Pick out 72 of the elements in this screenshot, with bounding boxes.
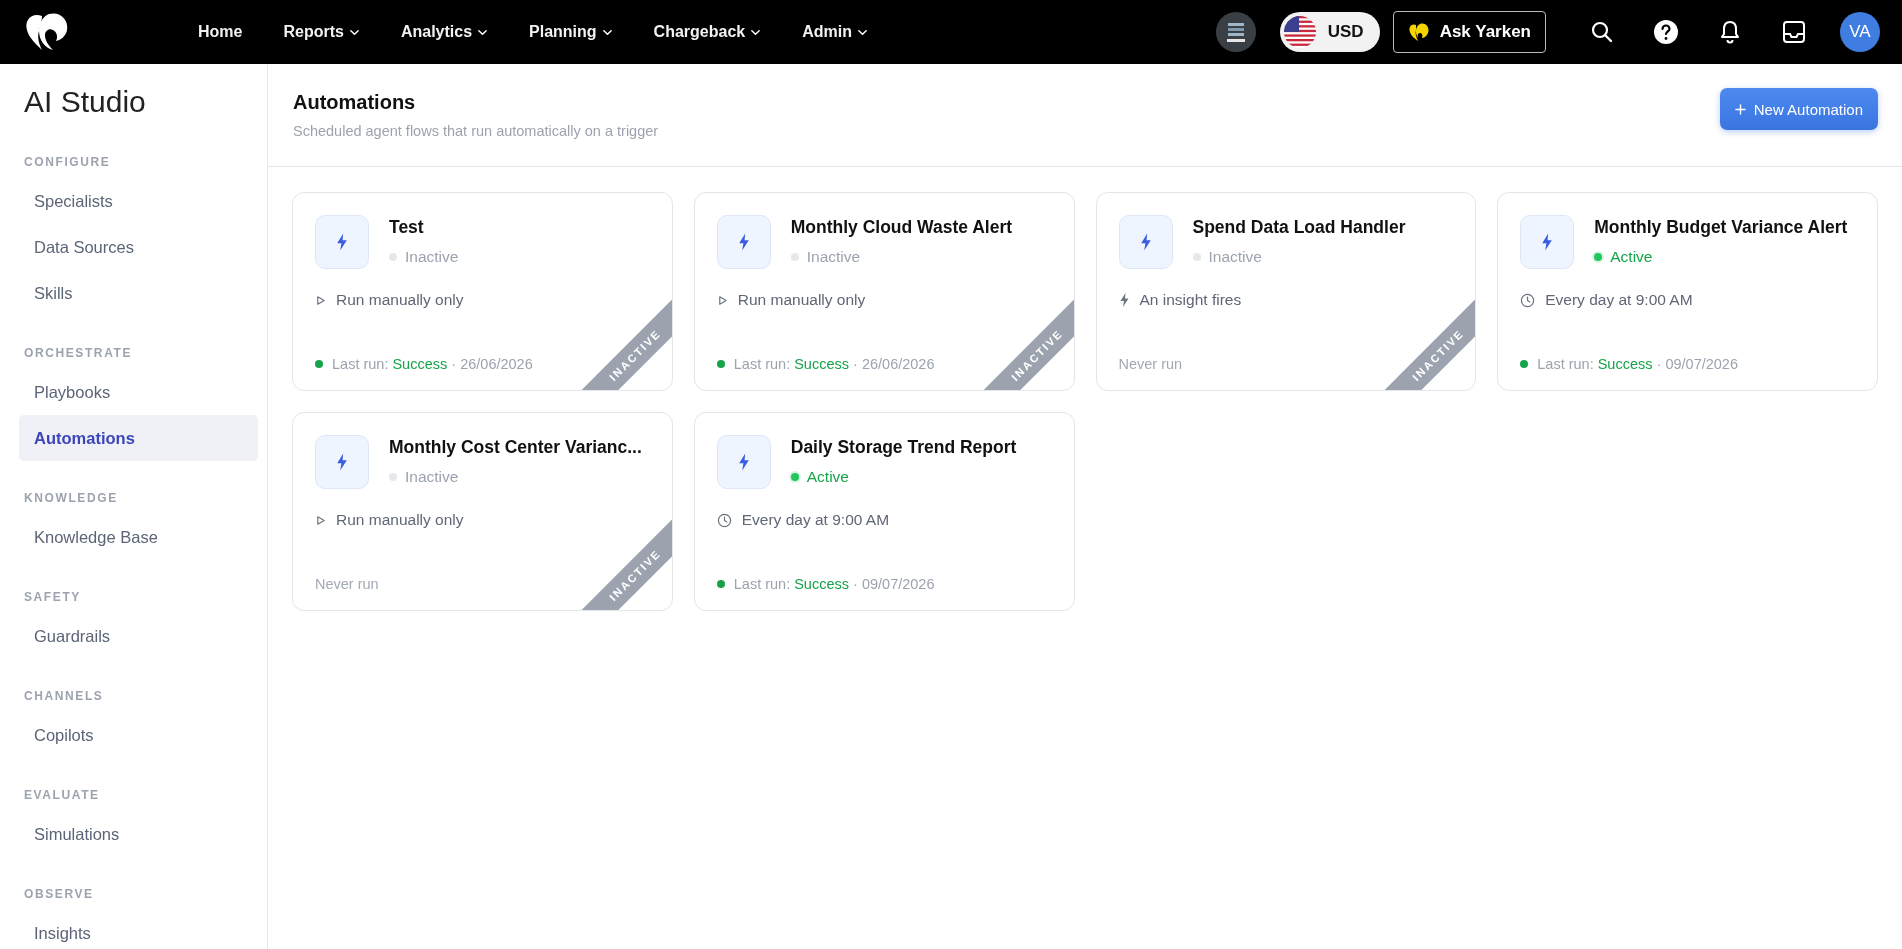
section-heading: CHANNELS [24,688,105,704]
sidebar-item[interactable]: Insights [19,910,258,949]
sidebar-item[interactable]: Automations [19,415,258,461]
lightning-icon [1118,215,1173,269]
play-icon [716,294,728,306]
trigger-text: Every day at 9:00 AM [741,511,890,529]
section-heading: CONFIGURE [24,154,112,170]
clock-icon [716,512,732,528]
sidebar-item[interactable]: Data Sources [19,224,258,270]
status-label: Active [1610,248,1653,266]
nav-menu-item[interactable]: Analytics [385,15,504,49]
nav-menu-item[interactable]: Home [183,15,258,49]
sidebar-item[interactable]: Simulations [19,811,258,857]
lightning-icon [716,215,771,269]
status-label: Inactive [806,248,861,266]
user-avatar[interactable]: VA [1840,12,1880,52]
section-heading: EVALUATE [24,787,101,803]
play-icon [315,294,326,306]
nav-menu-item[interactable]: Chargeback [638,15,777,49]
status-label: Inactive [405,468,459,486]
lightning-icon [1118,293,1130,307]
trigger-text: Run manually only [336,511,464,529]
last-run-text: Never run [1118,356,1183,372]
automation-card[interactable]: Monthly Budget Variance Alert Active Every day at 9:00 AM Last run: Success · 09/07/2026 [1497,192,1878,391]
nav-menu-item[interactable]: Planning [514,15,628,49]
section-heading: OBSERVE [24,886,95,902]
clock-icon [1520,292,1536,308]
automation-name: Spend Data Load Handler [1192,217,1406,238]
last-run-text: Last run: Success · 26/06/2026 [733,356,935,372]
automation-name: Daily Storage Trend Report [790,437,1017,458]
page-subtitle: Scheduled agent flows that run automatically on a trigger [293,123,659,139]
play-icon [315,514,326,526]
last-run-text: Last run: Success · 09/07/2026 [1537,356,1738,372]
last-run-text: Last run: Success · 09/07/2026 [733,576,935,592]
lightning-icon [1520,215,1575,269]
lightning-icon [315,215,369,269]
status-label: Inactive [405,248,459,266]
lightning-icon [315,435,369,489]
last-run-text: Never run [315,576,379,592]
currency-button[interactable]: USD [1279,12,1380,52]
ask-assistant-button[interactable]: Ask Yarken [1392,11,1546,53]
new-automation-button[interactable]: New Automation [1719,88,1878,130]
trigger-text: Run manually only [737,291,866,309]
lightning-icon [716,435,771,489]
sidebar-item[interactable]: Knowledge Base [19,514,258,560]
trigger-text: An insight fires [1139,291,1242,309]
section-heading: KNOWLEDGE [24,490,119,506]
plus-icon [1734,103,1746,115]
automation-name: Monthly Cost Center Varianc... [389,437,642,458]
last-run-text: Last run: Success · 26/06/2026 [332,356,533,372]
flag-icon [1283,16,1316,48]
section-heading: ORCHESTRATE [24,345,134,361]
nav-menu-item[interactable]: Reports [268,15,375,49]
automation-name: Monthly Cloud Waste Alert [790,217,1013,238]
nav-menu-item[interactable]: Admin [787,15,883,49]
page-title: Automations [293,91,417,114]
automation-card[interactable]: Daily Storage Trend Report Active Every day at 9:00 AM Last run: Success · 09/07/2026 [693,412,1075,611]
status-label: Inactive [1208,248,1262,266]
sidebar-item[interactable]: Specialists [19,178,258,224]
trigger-text: Every day at 9:00 AM [1545,291,1693,309]
sidebar-item[interactable]: Guardrails [19,613,258,659]
hearts-logo-icon [1407,23,1430,41]
section-heading: SAFETY [24,589,82,605]
sidebar-title: AI Studio [24,84,147,120]
bank-logo-icon[interactable] [1215,12,1256,52]
sidebar-item[interactable]: Skills [19,270,258,316]
sidebar-item[interactable]: Playbooks [19,369,258,415]
sidebar-item[interactable]: Copilots [19,712,258,758]
trigger-text: Run manually only [336,291,464,309]
automation-name: Test [389,217,425,238]
automation-name: Monthly Budget Variance Alert [1594,217,1848,238]
status-label: Active [806,468,849,486]
